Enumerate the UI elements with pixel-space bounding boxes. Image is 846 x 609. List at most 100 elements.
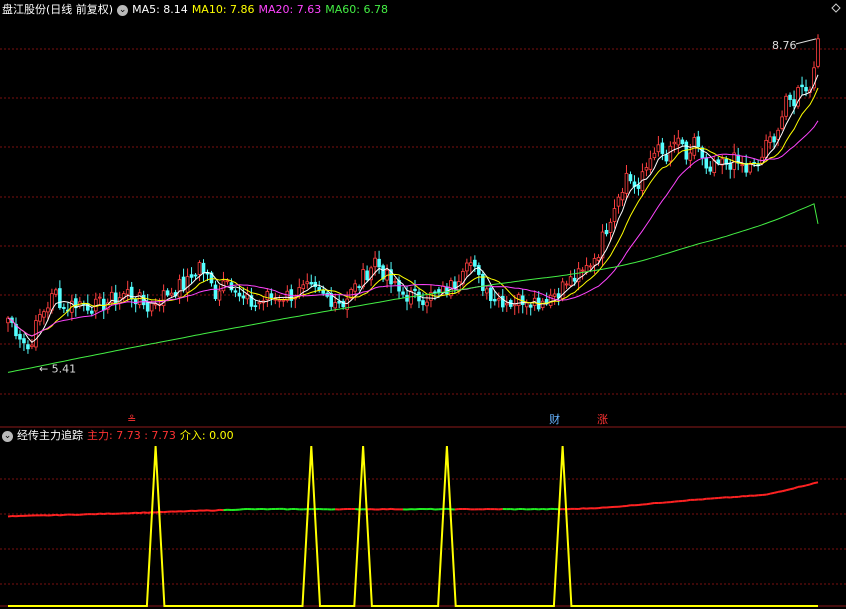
candle-body xyxy=(26,344,30,350)
ma20-line xyxy=(7,120,819,337)
candle-body xyxy=(241,295,246,299)
zhuli-line-segment xyxy=(55,513,61,517)
candle-body xyxy=(54,289,58,295)
zhuli-line-segment xyxy=(730,495,735,499)
zhuli-line-segment xyxy=(813,481,819,485)
candle-body xyxy=(592,258,597,266)
candle-body xyxy=(477,265,481,275)
candle-body xyxy=(409,290,413,305)
zhuli-line-segment xyxy=(215,508,220,512)
zhuli-line-segment xyxy=(738,495,743,498)
candle-body xyxy=(608,221,613,233)
candle-body xyxy=(740,164,744,167)
candle-body xyxy=(357,286,361,288)
candle-body xyxy=(644,167,649,171)
candle-body xyxy=(309,282,314,285)
candle-body xyxy=(728,162,733,170)
zhuli-line-segment xyxy=(103,512,108,516)
candle-body xyxy=(704,157,709,169)
candle-body xyxy=(333,302,337,309)
zhuli-line-segment xyxy=(793,485,799,490)
candle-body xyxy=(22,338,26,344)
zhuli-line-segment xyxy=(781,489,787,493)
candle-body xyxy=(496,298,501,301)
candle-body xyxy=(257,301,262,305)
candle-body xyxy=(169,292,174,296)
candle-body xyxy=(58,288,62,309)
candle-body xyxy=(421,300,425,306)
zhuli-line-segment xyxy=(638,503,643,507)
candle-body xyxy=(197,262,202,275)
candle-body xyxy=(485,288,489,294)
candle-body xyxy=(317,287,322,291)
candle-body xyxy=(365,270,369,281)
candle-body xyxy=(688,152,693,161)
zhuli-line-segment xyxy=(650,501,655,505)
candle-body xyxy=(493,298,497,302)
candle-body xyxy=(125,289,130,295)
candle-body xyxy=(572,277,577,282)
candle-body xyxy=(784,95,788,117)
candle-body xyxy=(301,284,306,289)
candle-body xyxy=(540,300,545,309)
zhuli-line-segment xyxy=(454,507,460,511)
zhuli-line-segment xyxy=(430,507,436,511)
candle-body xyxy=(788,94,792,100)
zhuli-line-segment xyxy=(390,507,396,511)
ma10-line xyxy=(7,87,819,337)
candle-body xyxy=(42,311,46,318)
candle-body xyxy=(269,293,274,299)
high-pointer xyxy=(795,38,817,45)
low-price-label: ← 5.41 xyxy=(39,363,76,376)
candle-body xyxy=(90,310,94,314)
candle-body xyxy=(696,136,701,147)
candle-body xyxy=(664,154,669,162)
candle-body xyxy=(552,293,557,297)
candle-body xyxy=(437,289,441,294)
zhuli-line-segment xyxy=(686,498,691,502)
event-marker: 财 xyxy=(549,412,560,426)
zhuli-line-segment xyxy=(139,511,144,515)
candle-body xyxy=(668,145,673,162)
chevron-down-icon[interactable]: ⌄ xyxy=(117,4,129,16)
candle-body xyxy=(780,116,784,129)
candle-body xyxy=(38,314,42,322)
candle-body xyxy=(97,296,102,299)
candle-body xyxy=(624,172,629,194)
candle-body xyxy=(129,286,134,300)
zhuli-line-segment xyxy=(95,512,100,516)
candle-body xyxy=(656,144,661,153)
candle-body xyxy=(660,142,665,154)
candle-body xyxy=(101,298,106,311)
zhuli-line-segment xyxy=(283,507,288,511)
candle-body xyxy=(708,166,713,172)
candle-body xyxy=(465,262,469,272)
candle-body xyxy=(225,280,230,283)
candle-body xyxy=(393,281,397,283)
ma60-legend: MA60: 6.78 xyxy=(325,3,388,16)
candle-body xyxy=(604,229,609,235)
zhuli-line-segment xyxy=(769,491,775,495)
zhuli-line-segment xyxy=(598,506,603,510)
candle-body xyxy=(628,174,633,182)
candle-body xyxy=(473,259,477,267)
zhuli-line-segment xyxy=(239,508,244,511)
candle-body xyxy=(712,160,717,173)
candle-body xyxy=(413,288,417,291)
candle-body xyxy=(217,290,222,301)
candle-body xyxy=(277,299,282,302)
zhuli-line-segment xyxy=(805,483,811,487)
candle-body xyxy=(776,129,780,140)
candle-body xyxy=(425,301,429,307)
candle-body xyxy=(193,274,198,277)
candle-body xyxy=(233,290,238,293)
settings-circle-icon[interactable]: ⌄ xyxy=(2,430,13,442)
candle-body xyxy=(377,258,381,268)
zhuli-line-segment xyxy=(773,490,779,494)
event-marker: 涨 xyxy=(597,413,608,426)
candle-body xyxy=(816,38,820,67)
zhuli-line-segment xyxy=(626,504,631,507)
candle-body xyxy=(620,192,625,201)
candle-body xyxy=(672,141,677,145)
candle-body xyxy=(568,276,573,286)
